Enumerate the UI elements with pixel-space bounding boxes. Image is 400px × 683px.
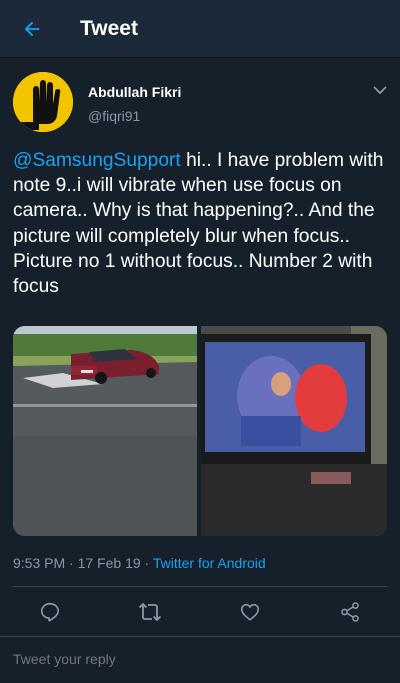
meta-separator: · — [65, 555, 78, 571]
avatar[interactable] — [13, 72, 73, 132]
retweet-icon — [138, 602, 162, 622]
car-photo-image — [13, 326, 197, 536]
media-photo-car[interactable] — [13, 326, 197, 536]
reply-icon — [40, 602, 60, 622]
back-button[interactable] — [0, 0, 64, 58]
reply-bar — [0, 636, 400, 683]
media-photo-tv[interactable] — [201, 326, 387, 536]
share-icon — [341, 602, 359, 622]
share-button[interactable] — [338, 600, 362, 624]
arrow-left-icon — [24, 21, 40, 36]
tweet-body-text: hi.. I have problem with note 9..i will … — [13, 150, 384, 298]
author-display-name[interactable]: Abdullah Fikri — [88, 84, 181, 100]
retweet-button[interactable] — [138, 600, 162, 624]
divider — [13, 586, 387, 587]
tweet-time: 9:53 PM — [13, 555, 66, 571]
tweet-menu-button[interactable] — [368, 80, 392, 100]
action-bar — [0, 588, 400, 634]
tv-photo-image — [201, 326, 387, 536]
tweet-source-link[interactable]: Twitter for Android — [153, 555, 266, 571]
reply-button[interactable] — [38, 600, 62, 624]
top-bar: Tweet — [0, 0, 400, 58]
rabia-hand-icon — [13, 72, 73, 132]
page-title: Tweet — [80, 16, 138, 40]
chevron-down-icon — [373, 86, 387, 95]
tweet-body: @SamsungSupport hi.. I have problem with… — [13, 148, 391, 299]
heart-icon — [240, 603, 260, 621]
tweet-header: Abdullah Fikri @fiqri91 — [0, 58, 400, 144]
tweet-meta: 9:53 PM · 17 Feb 19 · Twitter for Androi… — [13, 555, 266, 571]
tweet-date: 17 Feb 19 — [77, 555, 141, 571]
mention-link[interactable]: @SamsungSupport — [13, 150, 181, 171]
media-grid — [13, 326, 387, 536]
author-handle[interactable]: @fiqri91 — [88, 108, 140, 124]
like-button[interactable] — [238, 600, 262, 624]
meta-separator: · — [140, 555, 153, 571]
reply-input[interactable] — [13, 651, 383, 667]
